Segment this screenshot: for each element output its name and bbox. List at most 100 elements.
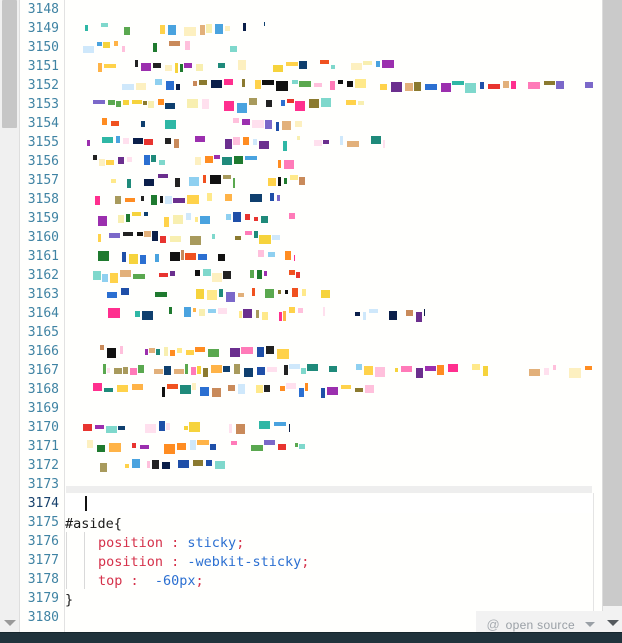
code-token: : — [163, 554, 188, 570]
code-line[interactable]: position : -webkit-sticky; — [65, 551, 593, 570]
redacted-pixel-block — [168, 25, 176, 35]
redacted-pixel-block — [284, 365, 288, 375]
redacted-pixel-block — [145, 424, 156, 433]
code-line[interactable] — [65, 247, 593, 266]
redacted-pixel-block — [199, 309, 205, 316]
indent-guide-line — [84, 551, 85, 570]
code-line[interactable] — [65, 399, 593, 418]
redacted-pixel-block — [295, 121, 302, 127]
code-line[interactable] — [65, 266, 593, 285]
redacted-pixel-block — [264, 385, 270, 392]
redacted-pixel-block — [376, 61, 380, 67]
code-line[interactable] — [65, 437, 593, 456]
chevron-down-icon[interactable] — [585, 622, 595, 627]
horizontal-scrollbar[interactable] — [66, 486, 592, 493]
code-viewport[interactable]: #aside{position : sticky; position : -web… — [65, 0, 593, 632]
redacted-pixel-block — [424, 309, 425, 316]
code-line[interactable] — [65, 228, 593, 247]
redacted-pixel-block — [162, 387, 165, 397]
redacted-pixel-block — [298, 308, 303, 313]
redacted-pixel-block — [200, 216, 210, 224]
code-line[interactable] — [65, 0, 593, 19]
line-number: 3160 — [27, 230, 59, 245]
code-line[interactable] — [65, 418, 593, 437]
redacted-pixel-block — [208, 309, 216, 313]
redacted-pixel-block — [144, 155, 150, 165]
code-line[interactable] — [65, 342, 593, 361]
code-line[interactable] — [65, 19, 593, 38]
redacted-pixel-block — [106, 160, 114, 165]
code-line[interactable] — [65, 57, 593, 76]
chevron-down-icon[interactable] — [607, 620, 619, 626]
line-number: 3178 — [27, 572, 59, 587]
redacted-pixel-block — [141, 63, 151, 71]
redacted-pixel-block — [117, 385, 128, 392]
indent-guide-line — [66, 532, 67, 551]
code-line[interactable]: top : -60px; — [65, 570, 593, 589]
redacted-pixel-block — [83, 424, 92, 431]
redacted-pixel-block — [238, 60, 246, 70]
redacted-pixel-block — [153, 43, 157, 52]
code-line[interactable] — [65, 190, 593, 209]
redacted-pixel-block — [340, 136, 343, 145]
left-scrollbar-thumb[interactable] — [2, 0, 17, 128]
code-line[interactable] — [65, 494, 593, 513]
code-line[interactable] — [65, 133, 593, 152]
redacted-pixel-block — [233, 118, 239, 123]
code-line[interactable] — [65, 76, 593, 95]
redacted-pixel-block — [122, 46, 125, 52]
redacted-pixel-block — [148, 101, 154, 108]
redacted-pixel-block — [321, 98, 331, 107]
redacted-pixel-block — [123, 100, 129, 105]
redacted-pixel-block — [292, 80, 298, 84]
code-line[interactable] — [65, 456, 593, 475]
redacted-pixel-block — [140, 445, 149, 449]
indent-guide-line — [66, 570, 67, 589]
code-line[interactable] — [65, 323, 593, 342]
code-line[interactable]: } — [65, 589, 593, 608]
left-vertical-scrollbar[interactable] — [0, 0, 20, 632]
code-editor: 3148 3149 3150 3151 3152 3153 3154 3155 3156 3157… — [0, 0, 622, 643]
code-line[interactable]: position : sticky; — [65, 532, 593, 551]
redacted-pixel-block — [184, 27, 196, 36]
code-line[interactable] — [65, 171, 593, 190]
chevron-down-icon[interactable] — [4, 620, 16, 626]
code-line[interactable] — [65, 304, 593, 323]
redacted-pixel-block — [264, 440, 275, 445]
redacted-pixel-block — [211, 365, 222, 373]
redacted-pixel-block — [242, 79, 245, 87]
code-line[interactable] — [65, 38, 593, 57]
code-line[interactable] — [65, 209, 593, 228]
redacted-pixel-block — [122, 84, 134, 90]
redacted-pixel-block — [135, 311, 140, 317]
redacted-pixel-block — [144, 231, 151, 237]
redacted-pixel-block — [85, 25, 88, 31]
redacted-pixel-block — [256, 310, 259, 318]
line-number: 3174 — [27, 496, 59, 511]
redacted-pixel-block — [405, 83, 413, 91]
redacted-pixel-block — [314, 140, 322, 146]
right-vertical-scrollbar[interactable] — [602, 0, 622, 632]
redacted-pixel-block — [382, 60, 394, 68]
code-line[interactable] — [65, 380, 593, 399]
redacted-pixel-block — [283, 311, 286, 321]
redacted-pixel-block — [277, 349, 289, 359]
code-line[interactable] — [65, 152, 593, 171]
code-line[interactable] — [65, 114, 593, 133]
code-line[interactable] — [65, 361, 593, 380]
redacted-pixel-block — [292, 288, 298, 297]
redacted-pixel-block — [164, 366, 171, 375]
redacted-pixel-block — [321, 388, 325, 398]
redacted-pixel-block — [155, 79, 162, 85]
code-line[interactable] — [65, 95, 593, 114]
redacted-pixel-block — [441, 83, 451, 92]
redacted-pixel-block — [270, 193, 274, 201]
code-line[interactable] — [65, 285, 593, 304]
redacted-pixel-block — [155, 292, 167, 297]
redacted-pixel-block — [165, 138, 171, 144]
code-line[interactable]: #aside{ — [65, 513, 593, 532]
redacted-pixel-block — [295, 443, 298, 447]
redacted-pixel-block — [212, 234, 215, 239]
redacted-pixel-block — [159, 273, 168, 277]
redacted-pixel-block — [257, 367, 265, 375]
